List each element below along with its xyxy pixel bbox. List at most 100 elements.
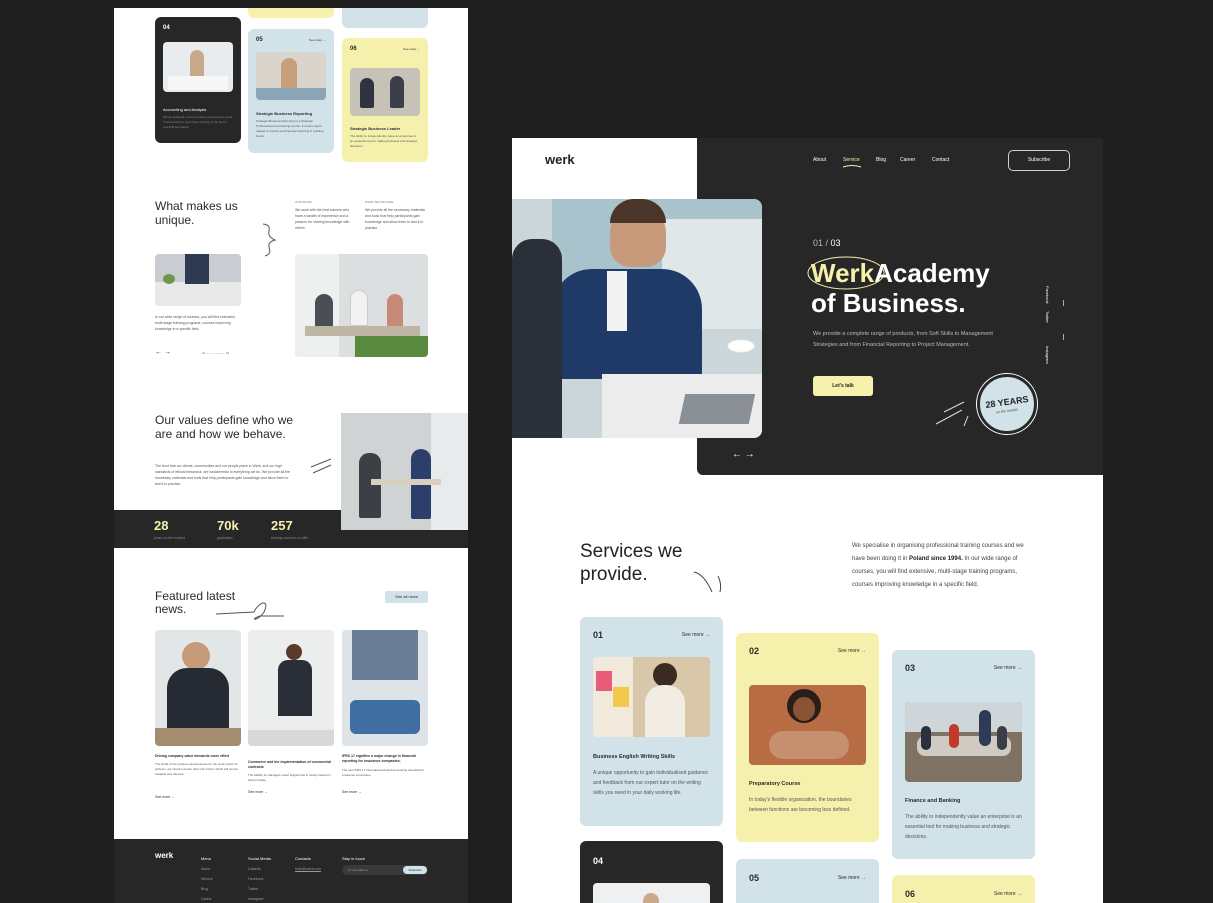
footer-menu-item[interactable]: Blog [201,887,208,891]
badge-sparkle-lines [935,401,969,427]
news-description: The new IFRS 17 International financial … [342,768,425,777]
see-more-link[interactable]: See more → [403,47,420,51]
footer-social-item[interactable]: Twitter [248,887,258,891]
service-card-05[interactable]: 05 See more → Strategic Business Reporti… [248,29,334,153]
card-photo [256,52,326,100]
footer-subscribe-button[interactable]: Subscribe [403,866,427,874]
card-number: 01 [593,630,604,640]
see-more-link[interactable]: See more → [838,648,866,654]
service-card-01[interactable]: 01 See more → Business English Writing S… [580,617,723,826]
right-page-panel: werk About Service Blog Career Contact S… [512,138,1103,903]
social-facebook[interactable]: Facebook [1045,286,1050,304]
service-card-03[interactable]: 03 See more → Finance and Banking The ab… [892,650,1035,859]
card-description: A unique opportunity to gain individuali… [593,770,709,796]
news-see-more[interactable]: See more → [248,790,268,794]
card-number: 06 [350,46,357,52]
card-title: Strategic Business Leader [350,126,401,131]
services-description: We specialise in organising professional… [852,540,1027,592]
service-card-remnant [248,8,334,18]
card-description: In today's flexible organization, the bo… [749,797,852,813]
service-card-05[interactable]: 05 See more → [736,859,879,903]
news-description: The world of the positive consequences f… [155,762,239,776]
see-more-link[interactable]: See more → [838,875,866,881]
hero-word-academy: Academy [874,258,990,288]
news-see-more[interactable]: See more → [342,790,362,794]
hero-heading: WerkAcademy of Business. [807,256,990,318]
footer-touch-heading: Stay in touch [342,856,366,861]
stats-bar-right [341,530,468,548]
card-title: Business English Writing Skills [593,754,676,760]
news-photo-2 [248,630,334,746]
card-photo [163,42,233,92]
hero-business-meeting-photo [512,199,762,438]
card-number: 06 [905,889,916,899]
see-more-link[interactable]: See more → [309,38,326,42]
our-work-label: OUR WORK [295,200,312,204]
card-photo [593,657,710,737]
stat-value: 70k [217,518,239,533]
news-title: IFRS 17 signifies a major change in fina… [342,754,416,763]
card-photo [905,702,1022,782]
footer-menu-item[interactable]: About [201,867,210,871]
our-work-text: We work with the best trainers who have … [295,208,350,230]
nav-career[interactable]: Career [900,157,915,163]
service-card-04[interactable]: 04 [580,841,723,903]
hero-line-two: of Business. [811,288,966,318]
nav-about[interactable]: About [813,157,826,163]
hero-carousel-arrows[interactable]: ← → [732,449,755,460]
card-description: The ability to independently value an en… [350,134,418,148]
card-number: 02 [749,646,760,656]
social-instagram[interactable]: Instagram [1045,346,1050,364]
footer-social-item[interactable]: Facebook [248,877,263,881]
footer-email-field[interactable]: E-mail address Subscribe [342,865,428,875]
nav-active-underline [842,165,862,168]
footer-social-item[interactable]: Instagram [248,897,264,901]
card-number: 05 [749,873,760,883]
card-photo [350,68,420,116]
footer-logo[interactable]: werk [155,851,173,860]
see-more-link[interactable]: See more → [682,632,710,638]
footer-social-item[interactable]: LinkedIn [248,867,261,871]
carousel-arrows[interactable]: ← → [155,349,171,356]
services-line-decoration [693,571,722,593]
card-title: Finance and Banking [905,798,961,804]
news-see-more[interactable]: See more → [155,795,175,799]
nav-contact[interactable]: Contact [932,157,949,163]
social-twitter[interactable]: Twitter [1045,311,1050,323]
nav-blog[interactable]: Blog [876,157,886,163]
values-text: The trust that our clients, communities … [155,464,290,486]
stat-label: graduates [217,536,233,540]
stat-label: years on the market [154,536,185,540]
lets-talk-button[interactable]: Let's talk [813,376,873,396]
meeting-photo [295,254,428,357]
site-logo[interactable]: werk [545,152,575,167]
service-card-06[interactable]: 06 See more → [892,875,1035,903]
card-description: We've designed a set of courses covering… [163,115,233,129]
card-number: 03 [905,663,916,673]
years-badge: 28 YEARS on the market [977,374,1037,434]
card-title: Preparatory Course [749,781,801,787]
stat-value: 28 [154,518,169,533]
unique-heading: What makes us unique. [155,199,238,227]
service-card-02[interactable]: 02 See more → Preparatory Course In toda… [736,633,879,842]
services-heading: Services we provide. [580,541,683,585]
subscribe-button[interactable]: Subscribe [1008,150,1070,171]
hero-description: We provide a complete range of products,… [813,331,993,348]
footer-menu-item[interactable]: Career [201,897,212,901]
footer-menu-item[interactable]: Service [201,877,213,881]
service-card-04[interactable]: 04 Accounting and Analysis We've designe… [155,17,241,143]
footer-contact-email[interactable]: hello@werk.com [295,867,321,871]
handshake-photo [155,254,241,306]
services-description-bold: Poland since 1994. [909,556,963,562]
see-more-link[interactable]: See more → [994,891,1022,897]
see-all-news-button[interactable]: See all news [385,591,428,603]
card-number: 04 [593,856,604,866]
scribble-decoration [215,602,284,620]
service-card-remnant [342,8,428,28]
nav-service[interactable]: Service [843,157,860,163]
stat-value: 257 [271,518,293,533]
what-we-provide-text: We provide all the necessary materials a… [365,208,426,230]
slide-counter-current: 01 / [813,238,831,248]
service-card-06[interactable]: 06 See more → Strategic Business Leader … [342,38,428,162]
see-more-link[interactable]: See more → [994,665,1022,671]
